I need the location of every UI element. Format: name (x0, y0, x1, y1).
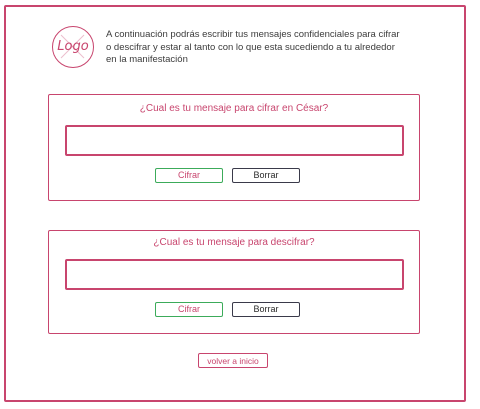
encrypt-borrar-button[interactable]: Borrar (232, 168, 300, 183)
decrypt-borrar-button[interactable]: Borrar (232, 302, 300, 317)
decrypt-cifrar-button[interactable]: Cifrar (155, 302, 223, 317)
back-to-home-button[interactable]: volver a inicio (198, 353, 268, 368)
encrypt-cifrar-button[interactable]: Cifrar (155, 168, 223, 183)
logo-text: Logo (57, 39, 89, 54)
logo: Logo (52, 26, 94, 68)
decrypt-message-input[interactable] (65, 259, 404, 290)
encrypt-panel: ¿Cual es tu mensaje para cifrar en César… (48, 94, 420, 201)
decrypt-panel: ¿Cual es tu mensaje para descifrar? Cifr… (48, 230, 420, 334)
encrypt-message-input[interactable] (65, 125, 404, 156)
intro-text: A continuación podrás escribir tus mensa… (106, 29, 400, 65)
decrypt-panel-title: ¿Cual es tu mensaje para descifrar? (153, 237, 315, 248)
encrypt-panel-title: ¿Cual es tu mensaje para cifrar en César… (139, 103, 329, 114)
